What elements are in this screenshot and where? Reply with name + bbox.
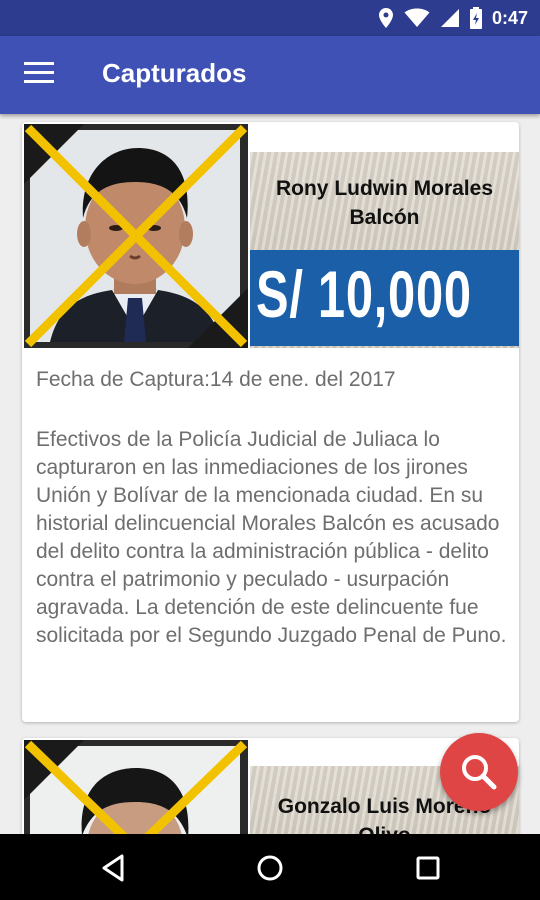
capture-description: Efectivos de la Policía Judicial de Juli…	[36, 428, 507, 647]
menu-icon[interactable]	[24, 62, 54, 88]
back-icon[interactable]	[96, 850, 132, 886]
search-icon	[462, 755, 497, 790]
status-icons: 0:47	[378, 7, 528, 29]
suspect-photo	[24, 124, 248, 348]
location-icon	[378, 8, 393, 28]
capture-card[interactable]: Rony Ludwin Morales Balcón S/ 10,000 Fec…	[22, 122, 519, 722]
status-time: 0:47	[491, 7, 528, 28]
page-title: Capturados	[102, 58, 247, 88]
reward-box: S/ 10,000	[250, 250, 519, 346]
signal-icon	[440, 9, 459, 27]
battery-icon	[469, 7, 482, 29]
status-bar: 0:47	[0, 0, 540, 36]
app-bar: Capturados	[0, 36, 540, 114]
home-icon[interactable]	[252, 850, 288, 886]
search-button[interactable]	[440, 733, 518, 811]
reward-amount: S/ 10,000	[256, 257, 472, 331]
mourning-ribbon-icon	[24, 124, 248, 348]
wifi-icon	[404, 8, 430, 27]
suspect-name: Rony Ludwin Morales Balcón	[275, 177, 493, 229]
capture-date: Fecha de Captura:14 de ene. del 2017	[36, 368, 396, 391]
recents-icon[interactable]	[410, 850, 446, 886]
wanted-banner: Rony Ludwin Morales Balcón S/ 10,000	[250, 152, 519, 348]
navigation-bar	[0, 834, 540, 900]
